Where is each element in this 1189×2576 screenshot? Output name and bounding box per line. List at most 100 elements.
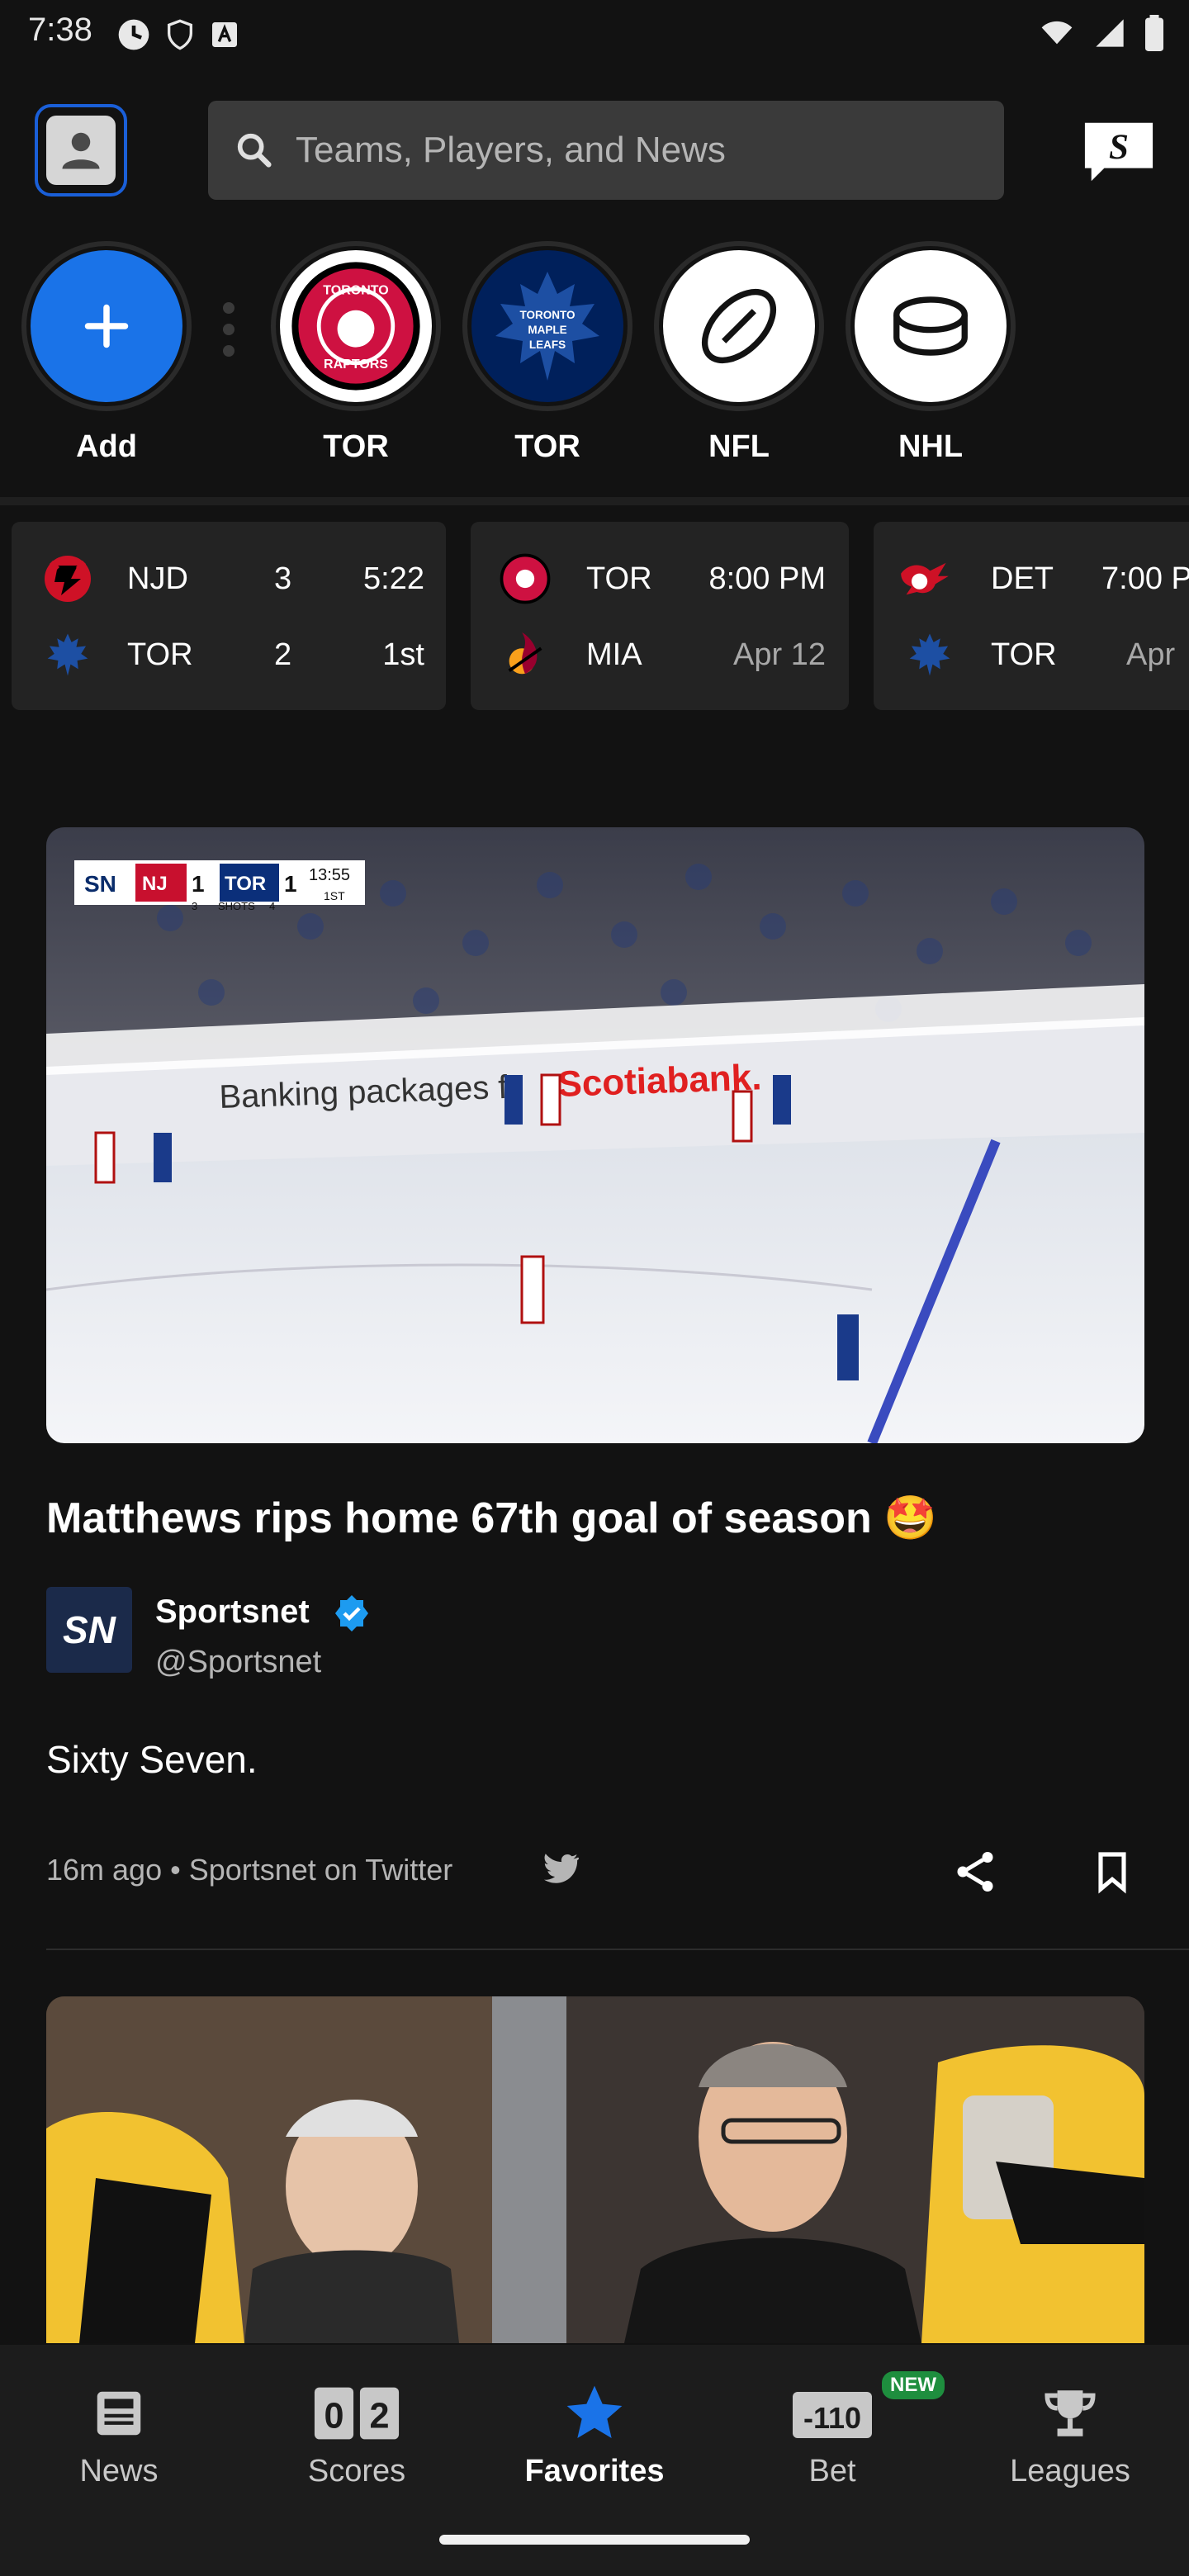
share-icon: [957, 1852, 993, 1892]
bookmark-icon: [1098, 1852, 1126, 1894]
maple-leafs-logo: TORONTO MAPLE LEAFS: [495, 272, 599, 381]
puck-icon: [893, 296, 968, 356]
overlay-shots-label: SHOTS: [218, 900, 255, 912]
search-icon: [237, 133, 272, 168]
rink-ad-brand: Scotiabank.: [557, 1057, 763, 1105]
bet-icon: -110: [793, 2392, 872, 2438]
red-wings-logo: [901, 562, 949, 595]
font-icon: [212, 22, 237, 47]
team-abbr: MIA: [586, 637, 642, 672]
search-placeholder: Teams, Players, and News: [296, 130, 726, 170]
nav-label: Bet: [808, 2454, 856, 2488]
status-time: 7:38: [28, 12, 92, 48]
favorite-raptors[interactable]: TORONTO RAPTORS TOR: [271, 241, 441, 465]
team-abbr: TOR: [991, 637, 1057, 672]
team-abbr: DET: [991, 561, 1054, 596]
score-line: TOR Apr: [874, 618, 1189, 692]
team-abbr: TOR: [586, 561, 652, 596]
feed-divider: [46, 1949, 1189, 1950]
profile-button[interactable]: [35, 104, 127, 197]
nav-label: Leagues: [1010, 2454, 1130, 2488]
favorite-maple-leafs[interactable]: TORONTO MAPLE LEAFS TOR: [462, 241, 632, 465]
nav-leagues[interactable]: Leagues: [988, 2378, 1153, 2489]
team-score: 2: [274, 637, 292, 672]
wifi-icon: [1041, 21, 1073, 45]
hockey-rink-video: Banking packages fr Scotiabank. SN NJ 1 …: [46, 827, 1144, 1443]
gesture-bar[interactable]: [439, 2535, 750, 2545]
person-icon: [62, 132, 100, 169]
score-line: DET 7:00 PM: [874, 542, 1189, 616]
favorite-label: Add: [76, 429, 137, 464]
overlay-clock: 13:55: [309, 866, 350, 884]
twitter-icon: [543, 1854, 580, 1883]
score-line: TOR 2 1st: [12, 618, 446, 692]
article-meta-text: 16m ago • Sportsnet on Twitter: [46, 1853, 453, 1887]
game-clock: 5:22: [363, 561, 424, 596]
favorites-row: Add TORONTO RAPTORS TOR TORONTO MAPLE LE…: [0, 241, 1189, 495]
team-score: 3: [274, 561, 292, 596]
nav-label: News: [79, 2454, 159, 2488]
nav-scores[interactable]: 0 2 Scores: [274, 2378, 439, 2489]
svg-text:TORONTO: TORONTO: [323, 284, 388, 298]
plus-icon: [84, 304, 129, 348]
nav-label: Favorites: [524, 2454, 665, 2488]
raptors-logo: [500, 553, 551, 604]
svg-text:0: 0: [324, 2397, 343, 2436]
verified-badge-icon: [335, 1595, 368, 1631]
sportsnet-logo: SN: [46, 1587, 132, 1673]
score-line: TOR 8:00 PM: [471, 542, 849, 616]
score-card[interactable]: TOR 8:00 PM MIA Apr 12: [471, 522, 849, 710]
game-time: 8:00 PM: [708, 561, 826, 596]
article-title[interactable]: Matthews rips home 67th goal of season 🤩: [46, 1493, 937, 1543]
battery-icon: [1145, 15, 1163, 51]
maple-leafs-logo: [47, 633, 88, 676]
bookmark-button[interactable]: [1083, 1843, 1141, 1901]
search-input[interactable]: Teams, Players, and News: [208, 101, 1004, 200]
favorite-nfl[interactable]: NFL: [654, 241, 824, 465]
article-video[interactable]: Banking packages fr Scotiabank. SN NJ 1 …: [46, 827, 1144, 1443]
favorite-nhl[interactable]: NHL: [846, 241, 1016, 465]
trophy-icon: [1045, 2390, 1096, 2436]
star-icon: [566, 2385, 623, 2438]
game-date: Apr 12: [733, 637, 826, 672]
nav-bet[interactable]: -110 NEW Bet: [750, 2371, 945, 2489]
share-button[interactable]: [946, 1843, 1004, 1901]
nav-favorites[interactable]: Favorites: [512, 2378, 677, 2489]
source-name: Sportsnet: [155, 1593, 310, 1630]
score-line: NJD 3 5:22: [12, 542, 446, 616]
overlay-score2: 1: [284, 871, 297, 897]
score-card[interactable]: DET 7:00 PM TOR Apr: [874, 522, 1189, 710]
nav-label: Scores: [307, 2454, 406, 2488]
devils-logo: [45, 556, 91, 602]
svg-text:2: 2: [369, 2397, 389, 2436]
overlay-shots2: 4: [269, 900, 275, 912]
scores-carousel: NJD 3 5:22 TOR 2 1st TOR 8:00 PM MIA Apr…: [0, 522, 1189, 712]
drag-handle-icon[interactable]: [223, 302, 234, 357]
status-bar: 7:38: [0, 0, 1189, 69]
article-image[interactable]: [46, 1996, 1144, 2343]
score-card[interactable]: NJD 3 5:22 TOR 2 1st: [12, 522, 446, 710]
favorite-label: NHL: [898, 429, 964, 464]
game-date: Apr: [1126, 637, 1176, 672]
maple-leafs-logo: [909, 633, 950, 676]
scores-icon: 0 2: [314, 2387, 400, 2440]
sportsnet-logo-text: SN: [63, 1608, 116, 1651]
heat-logo: [508, 632, 542, 675]
svg-text:LEAFS: LEAFS: [529, 339, 566, 351]
football-icon: [701, 288, 777, 364]
tweet-text: Sixty Seven.: [46, 1738, 258, 1781]
overlay-team1: NJ: [142, 873, 168, 895]
sportsnet-chat-button[interactable]: S: [1082, 119, 1156, 185]
svg-text:SN: SN: [84, 871, 116, 897]
svg-text:-110: -110: [803, 2401, 861, 2435]
crowd-photo: [46, 1996, 1144, 2343]
favorite-add[interactable]: Add: [21, 241, 192, 465]
svg-text:TORONTO: TORONTO: [519, 309, 575, 321]
svg-text:S: S: [1109, 128, 1129, 167]
game-time: 7:00 PM: [1101, 561, 1189, 596]
favorite-label: TOR: [323, 429, 389, 464]
new-badge: NEW: [882, 2371, 945, 2399]
section-divider: [0, 497, 1189, 505]
nav-news[interactable]: News: [36, 2378, 201, 2489]
score-line: MIA Apr 12: [471, 618, 849, 692]
